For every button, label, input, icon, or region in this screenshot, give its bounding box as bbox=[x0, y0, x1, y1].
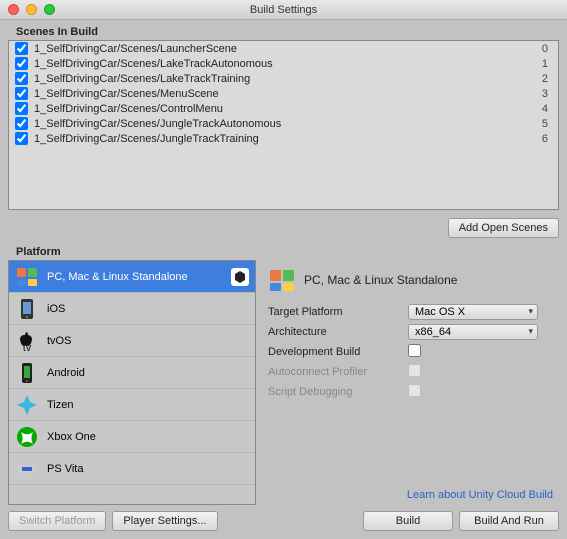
platform-panel: PC, Mac & Linux Standalone iOS tv tvOS An… bbox=[8, 260, 256, 505]
platform-name: Xbox One bbox=[47, 431, 249, 443]
titlebar: Build Settings bbox=[0, 0, 567, 20]
scenes-label: Scenes In Build bbox=[8, 22, 559, 40]
scene-index: 3 bbox=[542, 88, 552, 100]
svg-text:tv: tv bbox=[23, 342, 32, 353]
scene-checkbox[interactable] bbox=[15, 102, 28, 115]
scene-path: 1_SelfDrivingCar/Scenes/ControlMenu bbox=[34, 103, 542, 115]
scene-path: 1_SelfDrivingCar/Scenes/MenuScene bbox=[34, 88, 542, 100]
platform-name: Android bbox=[47, 367, 249, 379]
scene-path: 1_SelfDrivingCar/Scenes/LakeTrackTrainin… bbox=[34, 73, 542, 85]
platform-label: Platform bbox=[0, 242, 567, 260]
target-platform-row: Target Platform Mac OS X bbox=[268, 304, 555, 320]
window-controls bbox=[8, 4, 55, 15]
scene-index: 6 bbox=[542, 133, 552, 145]
target-platform-label: Target Platform bbox=[268, 306, 408, 318]
platform-item-android[interactable]: Android bbox=[9, 357, 255, 389]
platform-item-tizen[interactable]: Tizen bbox=[9, 389, 255, 421]
script-debug-checkbox bbox=[408, 384, 421, 397]
scene-path: 1_SelfDrivingCar/Scenes/JungleTrackTrain… bbox=[34, 133, 542, 145]
scene-row[interactable]: 1_SelfDrivingCar/Scenes/JungleTrackTrain… bbox=[9, 131, 558, 146]
standalone-icon bbox=[15, 265, 39, 289]
scene-index: 4 bbox=[542, 103, 552, 115]
cloud-build-link-row: Learn about Unity Cloud Build bbox=[268, 485, 555, 505]
dev-build-label: Development Build bbox=[268, 346, 408, 358]
scene-row[interactable]: 1_SelfDrivingCar/Scenes/LauncherScene 0 bbox=[9, 41, 558, 56]
player-settings-button[interactable]: Player Settings... bbox=[112, 511, 217, 531]
build-button[interactable]: Build bbox=[363, 511, 453, 531]
platform-item-standalone[interactable]: PC, Mac & Linux Standalone bbox=[9, 261, 255, 293]
platform-item-psvita[interactable]: PS Vita bbox=[9, 453, 255, 485]
scenes-list[interactable]: 1_SelfDrivingCar/Scenes/LauncherScene 0 … bbox=[8, 40, 559, 210]
platform-item-ios[interactable]: iOS bbox=[9, 293, 255, 325]
scene-index: 0 bbox=[542, 43, 552, 55]
autoconnect-checkbox bbox=[408, 364, 421, 377]
switch-platform-button[interactable]: Switch Platform bbox=[8, 511, 106, 531]
scene-checkbox[interactable] bbox=[15, 42, 28, 55]
build-settings-window: Build Settings Scenes In Build 1_SelfDri… bbox=[0, 0, 567, 539]
scene-checkbox[interactable] bbox=[15, 132, 28, 145]
detail-form: Target Platform Mac OS X Architecture x8… bbox=[268, 304, 555, 400]
scene-row[interactable]: 1_SelfDrivingCar/Scenes/LakeTrackAutonom… bbox=[9, 56, 558, 71]
xbox-icon bbox=[15, 425, 39, 449]
detail-title: PC, Mac & Linux Standalone bbox=[304, 273, 457, 287]
platform-name: tvOS bbox=[47, 335, 249, 347]
architecture-select[interactable]: x86_64 bbox=[408, 324, 538, 340]
scene-index: 1 bbox=[542, 58, 552, 70]
architecture-label: Architecture bbox=[268, 326, 408, 338]
tvos-icon: tv bbox=[15, 329, 39, 353]
dev-build-checkbox[interactable] bbox=[408, 344, 421, 357]
platform-name: iOS bbox=[47, 303, 249, 315]
add-open-scenes-button[interactable]: Add Open Scenes bbox=[448, 218, 559, 238]
window-title: Build Settings bbox=[0, 4, 567, 16]
target-platform-select[interactable]: Mac OS X bbox=[408, 304, 538, 320]
scenes-buttons: Add Open Scenes bbox=[0, 212, 567, 242]
script-debug-label: Script Debugging bbox=[268, 386, 408, 398]
standalone-icon bbox=[268, 266, 296, 294]
close-icon[interactable] bbox=[8, 4, 19, 15]
scene-checkbox[interactable] bbox=[15, 117, 28, 130]
scene-path: 1_SelfDrivingCar/Scenes/LakeTrackAutonom… bbox=[34, 58, 542, 70]
dev-build-row: Development Build bbox=[268, 344, 555, 360]
scene-index: 2 bbox=[542, 73, 552, 85]
scene-row[interactable]: 1_SelfDrivingCar/Scenes/MenuScene 3 bbox=[9, 86, 558, 101]
scene-checkbox[interactable] bbox=[15, 57, 28, 70]
scene-index: 5 bbox=[542, 118, 552, 130]
autoconnect-row: Autoconnect Profiler bbox=[268, 364, 555, 380]
cloud-build-link[interactable]: Learn about Unity Cloud Build bbox=[407, 489, 553, 501]
build-and-run-button[interactable]: Build And Run bbox=[459, 511, 559, 531]
scene-path: 1_SelfDrivingCar/Scenes/LauncherScene bbox=[34, 43, 542, 55]
psvita-icon bbox=[15, 457, 39, 481]
platform-item-tvos[interactable]: tv tvOS bbox=[9, 325, 255, 357]
scene-checkbox[interactable] bbox=[15, 72, 28, 85]
scene-path: 1_SelfDrivingCar/Scenes/JungleTrackAuton… bbox=[34, 118, 542, 130]
scenes-panel: Scenes In Build 1_SelfDrivingCar/Scenes/… bbox=[8, 22, 559, 210]
lower-area: PC, Mac & Linux Standalone iOS tv tvOS An… bbox=[0, 260, 567, 505]
platform-name: Tizen bbox=[47, 399, 249, 411]
script-debug-row: Script Debugging bbox=[268, 384, 555, 400]
autoconnect-label: Autoconnect Profiler bbox=[268, 366, 408, 378]
scene-row[interactable]: 1_SelfDrivingCar/Scenes/JungleTrackAuton… bbox=[9, 116, 558, 131]
platform-name: PS Vita bbox=[47, 463, 249, 475]
platform-list[interactable]: PC, Mac & Linux Standalone iOS tv tvOS An… bbox=[8, 260, 256, 505]
tizen-icon bbox=[15, 393, 39, 417]
footer: Switch Platform Player Settings... Build… bbox=[0, 505, 567, 539]
unity-icon bbox=[231, 268, 249, 286]
ios-icon bbox=[15, 297, 39, 321]
platform-name: PC, Mac & Linux Standalone bbox=[47, 271, 223, 283]
scene-checkbox[interactable] bbox=[15, 87, 28, 100]
minimize-icon[interactable] bbox=[26, 4, 37, 15]
scene-row[interactable]: 1_SelfDrivingCar/Scenes/LakeTrackTrainin… bbox=[9, 71, 558, 86]
scene-row[interactable]: 1_SelfDrivingCar/Scenes/ControlMenu 4 bbox=[9, 101, 558, 116]
zoom-icon[interactable] bbox=[44, 4, 55, 15]
platform-detail-panel: PC, Mac & Linux Standalone Target Platfo… bbox=[264, 260, 559, 505]
architecture-row: Architecture x86_64 bbox=[268, 324, 555, 340]
detail-header: PC, Mac & Linux Standalone bbox=[268, 264, 555, 304]
android-icon bbox=[15, 361, 39, 385]
platform-item-xbox[interactable]: Xbox One bbox=[9, 421, 255, 453]
